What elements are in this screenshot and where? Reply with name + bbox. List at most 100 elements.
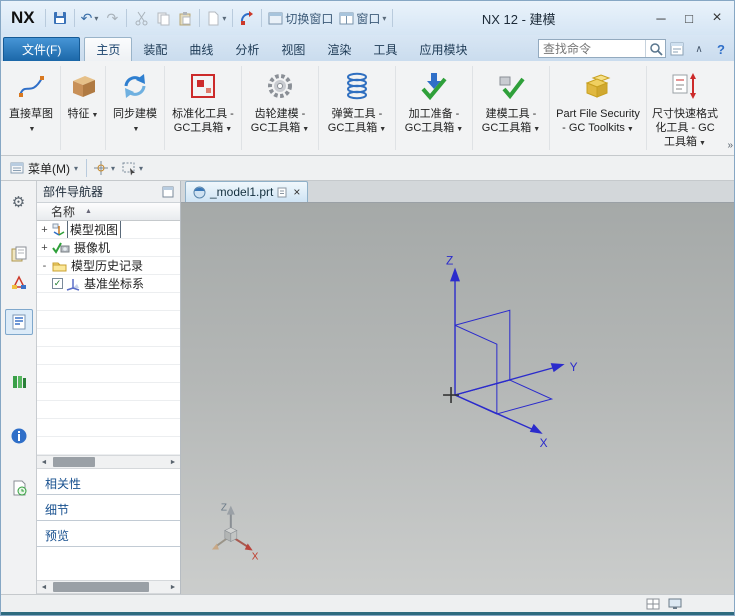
cut-button[interactable] <box>130 6 152 30</box>
ribbon-overflow-icon[interactable]: » <box>727 140 733 151</box>
tab-render[interactable]: 渲染 <box>316 38 362 61</box>
resource-settings-button[interactable]: ⚙ <box>5 189 33 215</box>
dropdown-arrow-icon: ▼ <box>533 125 541 133</box>
ribbon-group-dimension-format-tools[interactable]: 尺寸快速格式化工具 - GC工具箱 ▼ <box>648 63 722 153</box>
window-icon <box>339 12 354 24</box>
scroll-right-icon[interactable]: ► <box>166 456 180 468</box>
status-bar <box>1 594 734 612</box>
dropdown-arrow-icon: ▼ <box>626 125 634 133</box>
dropdown-arrow-icon: ▼ <box>28 125 36 133</box>
search-button[interactable] <box>645 40 665 57</box>
selection-box-icon <box>122 162 136 176</box>
ribbon-group-synchronous-modeling[interactable]: 同步建模▼ <box>107 63 163 153</box>
tab-assemblies[interactable]: 装配 <box>132 38 178 61</box>
tree-row-model-history[interactable]: - 模型历史记录 <box>37 257 180 275</box>
snap-point-button[interactable]: ▾ <box>90 156 118 180</box>
minimize-button[interactable]: ─ <box>647 6 675 30</box>
tab-application[interactable]: 应用模块 <box>408 38 478 61</box>
paste-button[interactable] <box>174 6 196 30</box>
maximize-button[interactable]: □ <box>675 6 703 30</box>
graphics-area: _model1.prt × Z Y X Z X <box>181 181 734 594</box>
document-tab[interactable]: _model1.prt × <box>185 181 309 202</box>
new-document-button[interactable]: ▾ <box>203 6 229 30</box>
triad-x-label: X <box>252 551 259 562</box>
monitor-icon <box>668 598 682 609</box>
assembly-navigator-icon <box>11 246 26 262</box>
assembly-navigator-button[interactable] <box>5 241 33 267</box>
dropdown-arrow-icon: ▾ <box>94 13 99 23</box>
ribbon-group-modeling-tools[interactable]: 建模工具 - GC工具箱 ▼ <box>474 63 548 153</box>
section-details[interactable]: 细节 <box>37 498 180 521</box>
minimize-ribbon-button[interactable]: ∧ <box>689 39 709 59</box>
dropdown-arrow-icon: ▼ <box>379 125 387 133</box>
ribbon-group-direct-sketch[interactable]: 直接草图▼ <box>3 63 59 153</box>
redo-button[interactable]: ↷ <box>101 6 123 30</box>
command-finder-button[interactable] <box>667 39 687 59</box>
part-navigator-panel: 部件导航器 名称 ▲ + 模型视图 + 摄像机 - 模型历史记录 ✓ 基准坐标系… <box>37 181 181 594</box>
visibility-checkbox[interactable]: ✓ <box>52 278 63 289</box>
dropdown-arrow-icon: ▾ <box>74 163 79 173</box>
constraint-navigator-button[interactable] <box>5 269 33 295</box>
graphics-canvas[interactable]: Z Y X Z X <box>181 203 734 594</box>
part-icon <box>193 186 206 198</box>
copy-button[interactable] <box>152 6 174 30</box>
tree-column-header[interactable]: 名称 ▲ <box>37 203 180 221</box>
close-button[interactable]: × <box>703 6 731 30</box>
tree-horizontal-scrollbar[interactable]: ◄ ► <box>37 455 180 469</box>
tab-tools[interactable]: 工具 <box>362 38 408 61</box>
tab-curve[interactable]: 曲线 <box>178 38 224 61</box>
history-button[interactable] <box>5 475 33 501</box>
selection-filter-button[interactable]: ▾ <box>118 156 146 180</box>
display-mode-button[interactable] <box>668 598 682 610</box>
scroll-left-icon[interactable]: ◄ <box>37 456 51 468</box>
panel-horizontal-scrollbar[interactable]: ◄ ► <box>37 580 180 594</box>
ribbon-group-part-file-security[interactable]: Part File Security - GC Toolkits ▼ <box>551 63 645 153</box>
scrollbar-track[interactable] <box>51 456 166 468</box>
undo-button[interactable]: ↶ ▾ <box>78 6 102 30</box>
hd3d-tools-button[interactable] <box>5 423 33 449</box>
grid-display-button[interactable] <box>646 598 660 610</box>
save-button[interactable] <box>49 6 71 30</box>
assemblies-tool-button[interactable] <box>236 6 258 30</box>
separator <box>86 159 88 177</box>
ribbon-group-machining-prep[interactable]: 加工准备 - GC工具箱 ▼ <box>397 63 471 153</box>
panel-pin-icon <box>162 186 174 197</box>
tab-analysis[interactable]: 分析 <box>224 38 270 61</box>
search-input[interactable] <box>539 41 645 56</box>
tab-file[interactable]: 文件(F) <box>3 37 81 61</box>
tab-close-icon[interactable]: × <box>293 185 300 199</box>
tree-empty-row <box>37 383 180 401</box>
tree-row-cameras[interactable]: + 摄像机 <box>37 239 180 257</box>
part-navigator-button[interactable] <box>4 309 33 335</box>
tab-view[interactable]: 视图 <box>270 38 316 61</box>
section-dependencies[interactable]: 相关性 <box>37 472 180 495</box>
help-button[interactable]: ? <box>711 39 731 59</box>
ribbon-group-standardize-tools[interactable]: 标准化工具 - GC工具箱 ▼ <box>166 63 240 153</box>
collapse-icon[interactable]: - <box>39 260 50 272</box>
expander-icon[interactable]: + <box>39 242 50 254</box>
panel-pin-button[interactable] <box>162 186 174 198</box>
save-icon <box>53 12 66 24</box>
dropdown-arrow-icon: ▼ <box>456 125 464 133</box>
ribbon-group-gear-modeling[interactable]: 齿轮建模 - GC工具箱 ▼ <box>243 63 317 153</box>
scrollbar-thumb[interactable] <box>53 457 95 467</box>
model-view: Z Y X Z X <box>211 253 578 562</box>
ribbon-group-spring-tools[interactable]: 弹簧工具 - GC工具箱 ▼ <box>320 63 394 153</box>
reuse-library-button[interactable] <box>5 369 33 395</box>
scrollbar-thumb[interactable] <box>53 582 149 592</box>
tree-row-datum-csys[interactable]: ✓ 基准坐标系 <box>37 275 180 293</box>
ribbon-group-feature[interactable]: 特征 ▼ <box>62 63 104 153</box>
separator <box>105 66 106 150</box>
ribbon-tab-bar: 文件(F) 主页 装配 曲线 分析 视图 渲染 工具 应用模块 ∧ ? <box>1 35 734 61</box>
switch-window-button[interactable]: 切换窗口 <box>265 6 336 30</box>
scroll-right-icon[interactable]: ► <box>166 581 180 593</box>
scrollbar-track[interactable] <box>51 581 166 593</box>
machining-prep-icon <box>419 67 449 105</box>
scroll-left-icon[interactable]: ◄ <box>37 581 51 593</box>
tab-home[interactable]: 主页 <box>84 37 133 61</box>
expander-icon[interactable]: + <box>39 224 50 236</box>
tree-row-model-views[interactable]: + 模型视图 <box>37 221 180 239</box>
window-menu-button[interactable]: 窗口 ▾ <box>336 6 389 30</box>
section-preview[interactable]: 预览 <box>37 524 180 547</box>
menu-button[interactable]: 菜单(M) ▾ <box>5 158 83 178</box>
